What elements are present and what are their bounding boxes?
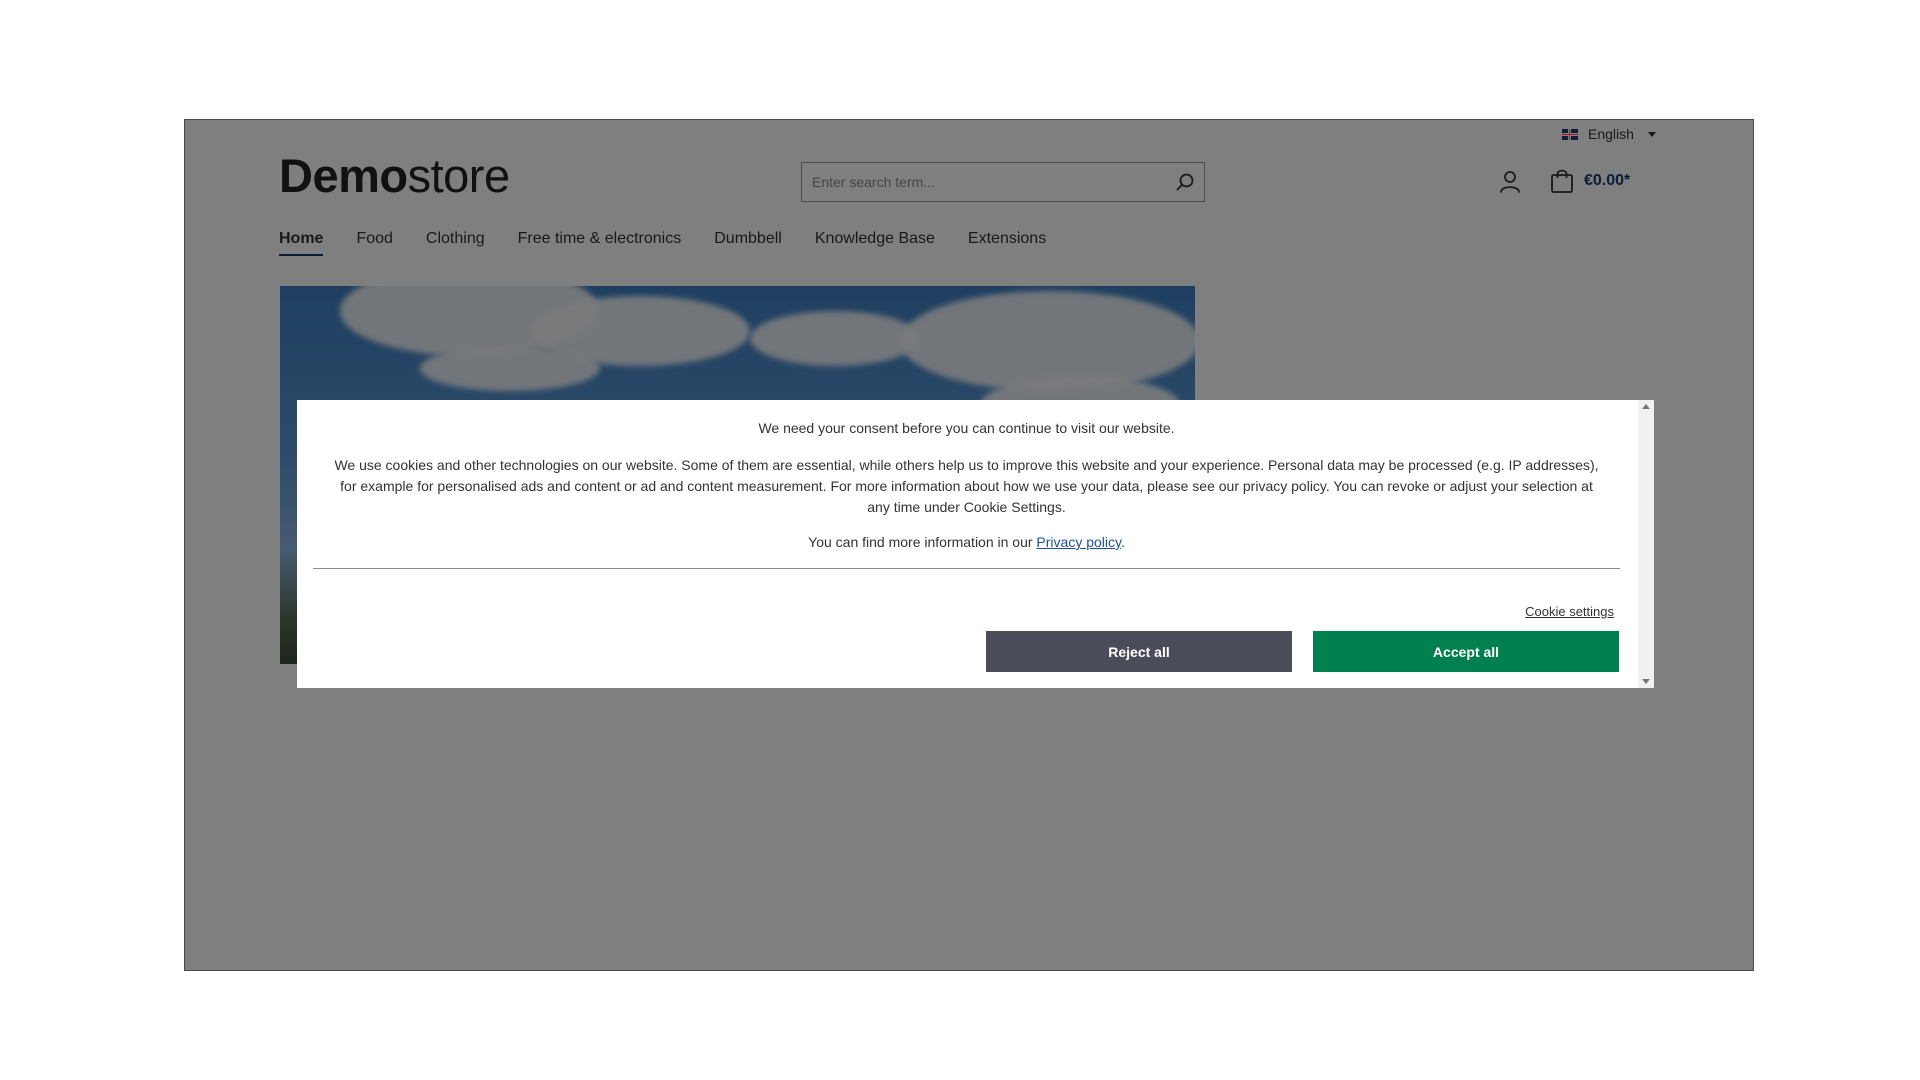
- more-info-prefix: You can find more information in our: [808, 534, 1037, 550]
- consent-title: We need your consent before you can cont…: [758, 420, 1175, 436]
- cookie-consent-dialog: We need your consent before you can cont…: [297, 400, 1654, 688]
- reject-all-button[interactable]: Reject all: [986, 631, 1292, 672]
- privacy-policy-link[interactable]: Privacy policy: [1036, 534, 1121, 550]
- more-info-suffix: .: [1120, 534, 1125, 550]
- consent-more-info: You can find more information in our Pri…: [313, 534, 1620, 550]
- cookie-settings-link[interactable]: Cookie settings: [1525, 604, 1614, 619]
- scroll-up-arrow-icon[interactable]: [1642, 404, 1650, 409]
- modal-scrollbar[interactable]: [1638, 400, 1654, 688]
- divider: [313, 568, 1620, 569]
- consent-body: We use cookies and other technologies on…: [334, 457, 1599, 515]
- accept-all-button[interactable]: Accept all: [1313, 631, 1619, 672]
- browser-viewport: English Demostore €0.00* Home Food Cloth…: [184, 119, 1754, 971]
- scroll-down-arrow-icon[interactable]: [1642, 679, 1650, 684]
